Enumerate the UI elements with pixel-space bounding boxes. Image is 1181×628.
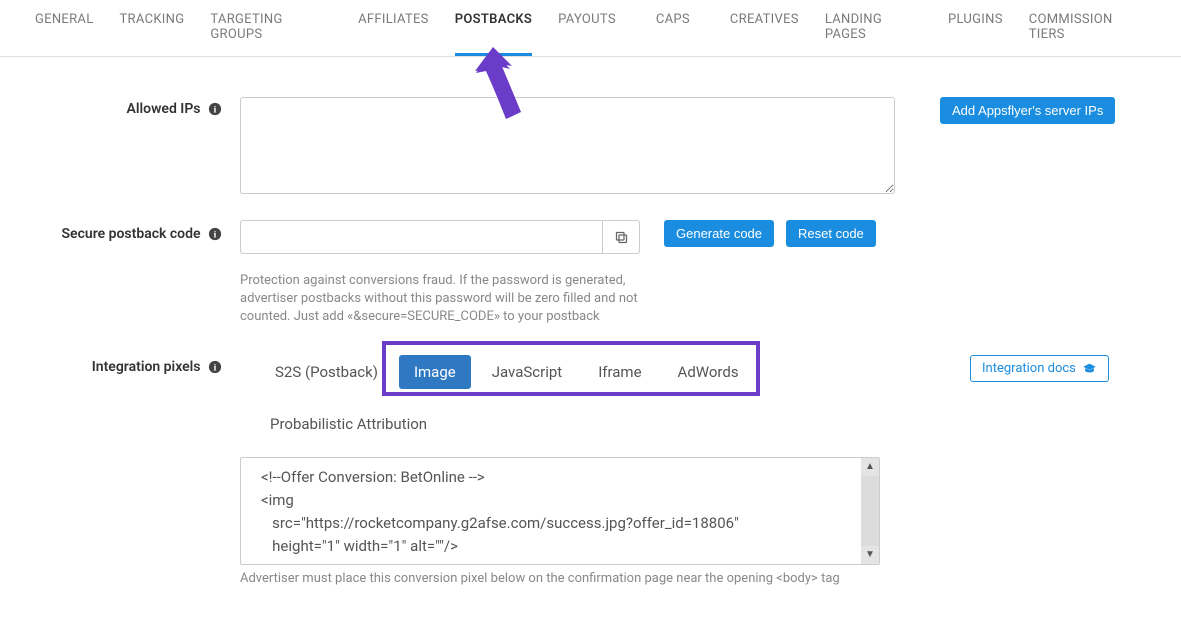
- svg-text:i: i: [214, 362, 217, 373]
- scrollbar[interactable]: ▲ ▼: [861, 458, 879, 564]
- info-icon[interactable]: i: [208, 227, 222, 241]
- secure-code-input[interactable]: [240, 220, 602, 254]
- info-icon[interactable]: i: [208, 102, 222, 116]
- svg-text:i: i: [214, 230, 217, 241]
- allowed-ips-label: Allowed IPs: [127, 101, 201, 117]
- graduation-cap-icon: [1082, 362, 1097, 374]
- integration-docs-link[interactable]: Integration docs: [970, 355, 1109, 382]
- row-allowed-ips: Allowed IPs i Add Appsflyer's server IPs: [35, 97, 1146, 198]
- scroll-down-icon[interactable]: ▼: [861, 546, 879, 564]
- tab-general[interactable]: GENERAL: [35, 12, 94, 56]
- tab-bar: GENERAL TRACKING TARGETING GROUPS AFFILI…: [0, 0, 1181, 57]
- pixel-tab-probabilistic[interactable]: Probabilistic Attribution: [260, 407, 442, 441]
- info-icon[interactable]: i: [208, 360, 222, 374]
- copy-icon[interactable]: [602, 220, 640, 254]
- allowed-ips-textarea[interactable]: [240, 97, 895, 194]
- tab-creatives[interactable]: CREATIVES: [730, 12, 799, 56]
- tab-landing-pages[interactable]: LANDING PAGES: [825, 12, 922, 56]
- add-appsflyer-button[interactable]: Add Appsflyer's server IPs: [940, 97, 1115, 124]
- pixel-code-textarea[interactable]: <!--Offer Conversion: BetOnline --> <img…: [240, 457, 880, 565]
- tab-targeting-groups[interactable]: TARGETING GROUPS: [210, 12, 332, 56]
- generate-code-button[interactable]: Generate code: [664, 220, 774, 247]
- integration-pixels-label: Integration pixels: [92, 359, 201, 375]
- row-secure-postback: Secure postback code i Generate code Res…: [35, 220, 1146, 327]
- tab-commission-tiers[interactable]: COMMISSION TIERS: [1029, 12, 1146, 56]
- pixel-tab-image[interactable]: Image: [399, 355, 471, 389]
- pixel-footer-text: Advertiser must place this conversion pi…: [240, 571, 900, 586]
- secure-postback-label: Secure postback code: [62, 226, 201, 242]
- pixel-tab-s2s[interactable]: S2S (Postback): [260, 355, 393, 389]
- secure-help-text: Protection against conversions fraud. If…: [240, 272, 660, 327]
- svg-text:i: i: [214, 105, 217, 116]
- pixel-tab-adwords[interactable]: AdWords: [663, 355, 754, 389]
- row-integration-pixels: Integration pixels i S2S (Postback) Imag…: [35, 349, 1146, 586]
- pixel-tab-iframe[interactable]: Iframe: [583, 355, 656, 389]
- tab-caps[interactable]: CAPS: [656, 12, 690, 56]
- scroll-up-icon[interactable]: ▲: [861, 458, 879, 476]
- tab-affiliates[interactable]: AFFILIATES: [358, 12, 429, 56]
- reset-code-button[interactable]: Reset code: [786, 220, 876, 247]
- tab-plugins[interactable]: PLUGINS: [948, 12, 1003, 56]
- tab-payouts[interactable]: PAYOUTS: [558, 12, 616, 56]
- pixel-tab-javascript[interactable]: JavaScript: [477, 355, 577, 389]
- tab-tracking[interactable]: TRACKING: [120, 12, 185, 56]
- tab-postbacks[interactable]: POSTBACKS: [455, 12, 532, 56]
